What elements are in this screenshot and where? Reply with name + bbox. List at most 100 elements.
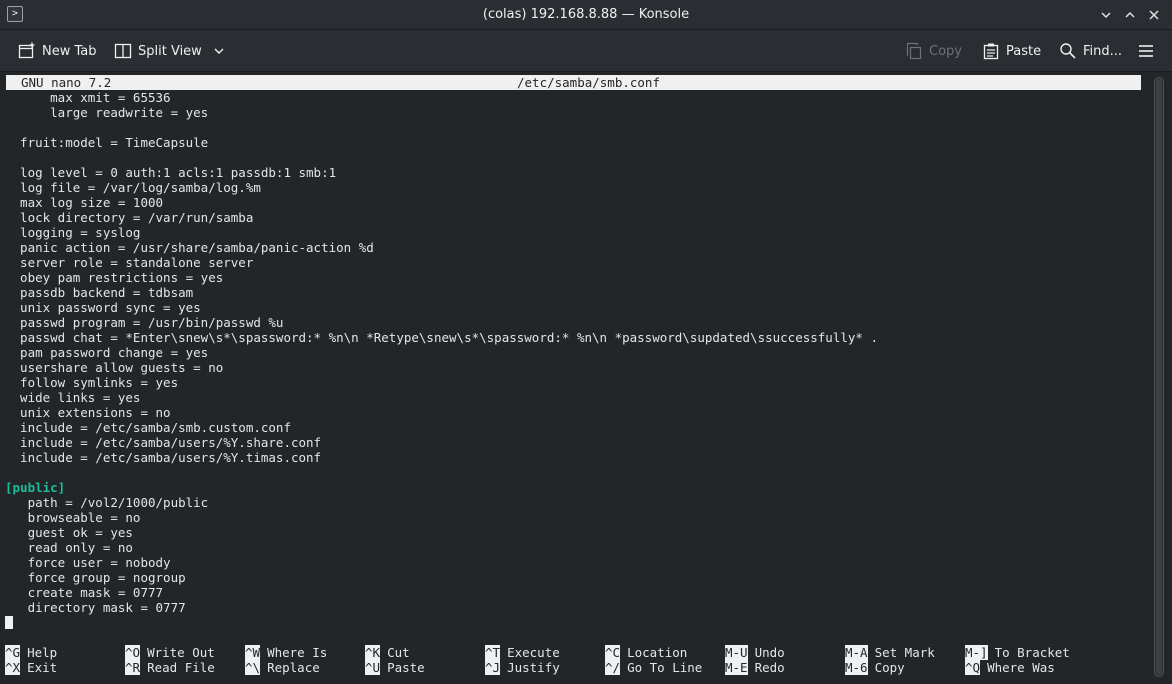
search-icon: [1060, 43, 1076, 59]
shortcut-label: Execute: [507, 645, 560, 660]
shortcut-key: ^Q: [965, 660, 981, 675]
shortcut-justify[interactable]: ^J Justify: [485, 660, 560, 675]
editor-line: pam password change = yes: [5, 345, 209, 360]
shortcut-help[interactable]: ^G Help: [5, 645, 57, 660]
editor-line: passwd program = /usr/bin/passwd %u: [5, 315, 284, 330]
editor-line: log file = /var/log/samba/log.%m: [5, 180, 261, 195]
terminal-view[interactable]: GNU nano 7.2 /etc/samba/smb.conf max xmi…: [0, 73, 1147, 684]
shortcut-label: To Bracket: [994, 645, 1070, 660]
editor-line: browseable = no: [5, 510, 141, 525]
shortcut-key: M-6: [845, 660, 868, 675]
shortcut-write-out[interactable]: ^O Write Out: [125, 645, 215, 660]
shortcut-key: ^G: [5, 645, 21, 660]
editor-line: force user = nobody: [5, 555, 171, 570]
shortcut-label: Exit: [27, 660, 58, 675]
find-button[interactable]: Find...: [1059, 39, 1122, 63]
shortcut-key: ^W: [245, 645, 261, 660]
hamburger-menu-icon[interactable]: [1137, 39, 1155, 63]
editor-line: passdb backend = tdbsam: [5, 285, 194, 300]
new-tab-label: New Tab: [42, 43, 97, 59]
shortcut-label: Cut: [387, 645, 410, 660]
shortcut-where-is[interactable]: ^W Where Is: [245, 645, 327, 660]
shortcut-set-mark[interactable]: M-A Set Mark: [845, 645, 935, 660]
editor-line: passwd chat = *Enter\snew\s*\spassword:*…: [5, 330, 878, 345]
editor-line: wide links = yes: [5, 390, 141, 405]
shortcut-key: ^C: [605, 645, 621, 660]
shortcut-label: Copy: [874, 660, 905, 675]
editor-line: directory mask = 0777: [5, 600, 186, 615]
split-view-label: Split View: [138, 43, 202, 59]
editor-line: include = /etc/samba/users/%Y.share.conf: [5, 435, 322, 450]
split-view-icon: [114, 43, 132, 59]
editor-line: usershare allow guests = no: [5, 360, 224, 375]
shortcut-key: M-]: [965, 645, 988, 660]
shortcut-label: Undo: [754, 645, 785, 660]
shortcut-label: Read File: [147, 660, 215, 675]
shortcut-location[interactable]: ^C Location: [605, 645, 687, 660]
shortcut-label: Paste: [387, 660, 425, 675]
editor-line: path = /vol2/1000/public: [5, 495, 209, 510]
shortcut-label: Justify: [507, 660, 560, 675]
shortcut-copy[interactable]: M-6 Copy: [845, 660, 905, 675]
minimize-chevron-down-icon[interactable]: [1096, 5, 1116, 25]
editor-line: follow symlinks = yes: [5, 375, 179, 390]
editor-line: obey pam restrictions = yes: [5, 270, 224, 285]
shortcut-key: ^U: [365, 660, 381, 675]
shortcut-execute[interactable]: ^T Execute: [485, 645, 560, 660]
editor-line: force group = nogroup: [5, 570, 186, 585]
nano-title-bar: GNU nano 7.2 /etc/samba/smb.conf: [6, 75, 1141, 90]
shortcut-replace[interactable]: ^\ Replace: [245, 660, 320, 675]
shortcut-key: M-A: [845, 645, 868, 660]
paste-label: Paste: [1006, 43, 1042, 59]
shortcut-label: Replace: [267, 660, 320, 675]
window-title: (colas) 192.168.8.88 — Konsole: [482, 7, 690, 22]
editor-line: logging = syslog: [5, 225, 141, 240]
shortcut-exit[interactable]: ^X Exit: [5, 660, 57, 675]
editor-line: panic action = /usr/share/samba/panic-ac…: [5, 240, 374, 255]
shortcut-key: ^\: [245, 660, 261, 675]
maximize-chevron-up-icon[interactable]: [1120, 5, 1140, 25]
scrollbar-track[interactable]: [1154, 77, 1164, 677]
shortcut-to-bracket[interactable]: M-] To Bracket: [965, 645, 1070, 660]
close-icon[interactable]: [1144, 5, 1164, 25]
shortcut-undo[interactable]: M-U Undo: [725, 645, 785, 660]
copy-button[interactable]: Copy: [905, 39, 962, 63]
new-tab-icon: [18, 42, 35, 59]
shortcut-key: ^T: [485, 645, 501, 660]
config-section-header: [public]: [5, 480, 66, 495]
shortcut-key: ^R: [125, 660, 141, 675]
shortcut-label: Go To Line: [627, 660, 703, 675]
editor-line: guest ok = yes: [5, 525, 133, 540]
toolbar: New Tab Split View Copy Paste Find...: [0, 30, 1172, 72]
scrollbar-thumb[interactable]: [1156, 79, 1162, 675]
nano-version: GNU nano 7.2: [21, 75, 112, 90]
shortcut-label: Where Is: [267, 645, 328, 660]
editor-line: read only = no: [5, 540, 133, 555]
paste-button[interactable]: Paste: [982, 39, 1041, 63]
shortcut-where-was[interactable]: ^Q Where Was: [965, 660, 1055, 675]
shortcut-label: Location: [627, 645, 688, 660]
shortcut-redo[interactable]: M-E Redo: [725, 660, 785, 675]
shortcut-paste[interactable]: ^U Paste: [365, 660, 425, 675]
copy-label: Copy: [929, 43, 962, 59]
shortcut-cut[interactable]: ^K Cut: [365, 645, 410, 660]
terminal-scrollbar[interactable]: [1147, 73, 1172, 684]
shortcut-key: ^X: [5, 660, 21, 675]
editor-line: large readwrite = yes: [5, 105, 209, 120]
editor-line: lock directory = /var/run/samba: [5, 210, 254, 225]
editor-line: server role = standalone server: [5, 255, 254, 270]
shortcut-read-file[interactable]: ^R Read File: [125, 660, 215, 675]
shortcut-go-to-line[interactable]: ^/ Go To Line: [605, 660, 702, 675]
shortcut-label: Write Out: [147, 645, 215, 660]
shortcut-label: Help: [27, 645, 58, 660]
editor-line: max xmit = 65536: [5, 90, 171, 105]
new-tab-button[interactable]: New Tab: [18, 39, 97, 63]
split-view-button[interactable]: Split View: [114, 39, 226, 63]
text-cursor: [5, 616, 13, 629]
editor-line: create mask = 0777: [5, 585, 164, 600]
editor-line: include = /etc/samba/smb.custom.conf: [5, 420, 291, 435]
paste-icon: [983, 43, 999, 60]
shortcut-key: M-E: [725, 660, 748, 675]
editor-line: max log size = 1000: [5, 195, 164, 210]
shortcut-label: Set Mark: [874, 645, 935, 660]
